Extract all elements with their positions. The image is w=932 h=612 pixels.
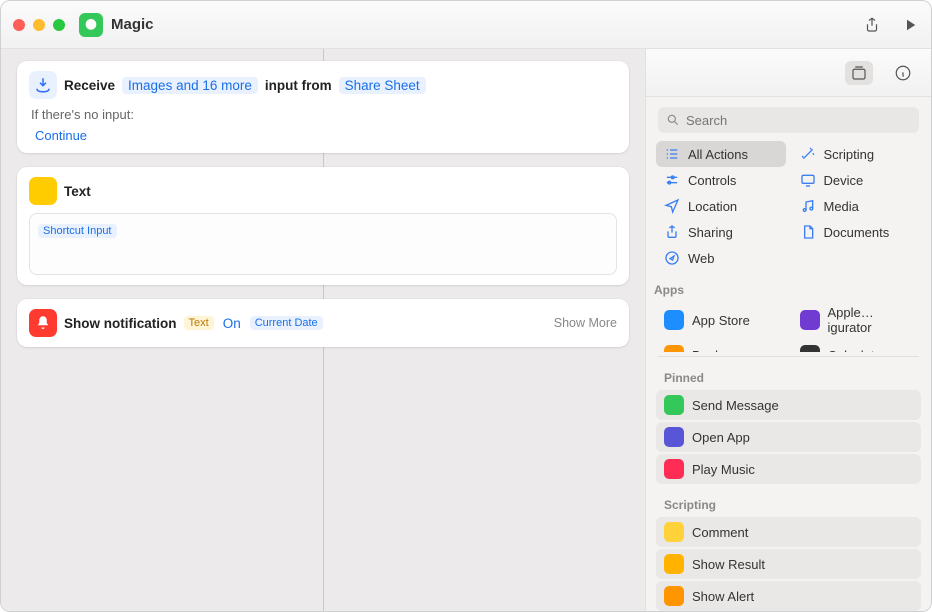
workflow-editor[interactable]: Receive Images and 16 more input from Sh… — [1, 49, 645, 611]
list-icon — [664, 146, 680, 162]
sliders-icon — [664, 172, 680, 188]
text-label: Text — [64, 184, 91, 199]
search-icon — [666, 113, 680, 127]
category-media[interactable]: Media — [792, 193, 922, 219]
receive-label: Receive — [64, 78, 115, 93]
nav-icon — [664, 198, 680, 214]
pinned-open-app[interactable]: Open App — [656, 422, 921, 452]
play-icon[interactable] — [901, 16, 919, 34]
library-button[interactable] — [845, 61, 873, 85]
receive-icon — [29, 71, 57, 99]
share-icon[interactable] — [863, 16, 881, 34]
doc-icon — [800, 224, 816, 240]
share-icon — [664, 224, 680, 240]
apps-list: App StoreApple…igurator Books Calculator — [646, 300, 931, 352]
minimize-button[interactable] — [33, 19, 45, 31]
action-icon — [664, 554, 684, 574]
action-show-notification[interactable]: Show notification Text On Current Date S… — [17, 299, 629, 347]
category-all-actions[interactable]: All Actions — [656, 141, 786, 167]
category-documents[interactable]: Documents — [792, 219, 922, 245]
scripting-comment[interactable]: Comment — [656, 517, 921, 547]
action-icon — [664, 427, 684, 447]
pinned-list: Send MessageOpen AppPlay Music — [656, 390, 921, 484]
continue-option[interactable]: Continue — [29, 126, 93, 145]
search-input[interactable] — [686, 113, 911, 128]
divider — [658, 356, 919, 357]
scripting-list: CommentShow ResultShow AlertAsk for Inpu… — [656, 517, 921, 611]
zoom-button[interactable] — [53, 19, 65, 31]
action-icon — [664, 459, 684, 479]
compass-icon — [664, 250, 680, 266]
action-receive[interactable]: Receive Images and 16 more input from Sh… — [17, 61, 629, 153]
pinned-send-message[interactable]: Send Message — [656, 390, 921, 420]
monitor-icon — [800, 172, 816, 188]
text-icon — [29, 177, 57, 205]
search-field[interactable] — [658, 107, 919, 133]
action-library: All ActionsScriptingControlsDeviceLocati… — [645, 49, 931, 611]
scripting-header: Scripting — [656, 492, 921, 515]
app-icon — [800, 345, 820, 352]
receive-source-token[interactable]: Share Sheet — [339, 77, 426, 94]
app-icon — [664, 345, 684, 352]
wand-icon — [800, 146, 816, 162]
category-grid: All ActionsScriptingControlsDeviceLocati… — [646, 141, 931, 277]
shortcut-input-token[interactable]: Shortcut Input — [38, 224, 117, 238]
bell-icon — [29, 309, 57, 337]
app-books[interactable]: Books — [656, 340, 786, 352]
app-app-store[interactable]: App Store — [656, 300, 786, 340]
category-scripting[interactable]: Scripting — [792, 141, 922, 167]
text-body[interactable]: Shortcut Input — [29, 213, 617, 275]
category-device[interactable]: Device — [792, 167, 922, 193]
notify-label: Show notification — [64, 316, 177, 331]
scripting-show-result[interactable]: Show Result — [656, 549, 921, 579]
receive-middle: input from — [265, 78, 332, 93]
action-text[interactable]: Text Shortcut Input — [17, 167, 629, 285]
apps-header: Apps — [646, 277, 931, 300]
receive-types-token[interactable]: Images and 16 more — [122, 77, 258, 94]
notify-on[interactable]: On — [221, 316, 243, 331]
category-controls[interactable]: Controls — [656, 167, 786, 193]
info-button[interactable] — [889, 61, 917, 85]
scripting-show-alert[interactable]: Show Alert — [656, 581, 921, 611]
shortcut-app-icon — [79, 13, 103, 37]
sidebar-toolbar — [646, 49, 931, 97]
action-icon — [664, 522, 684, 542]
app-icon — [800, 310, 820, 330]
note-icon — [800, 198, 816, 214]
notify-text-token[interactable]: Text — [184, 316, 214, 330]
close-button[interactable] — [13, 19, 25, 31]
notify-date-token[interactable]: Current Date — [250, 316, 323, 330]
action-icon — [664, 586, 684, 606]
category-web[interactable]: Web — [656, 245, 786, 271]
window-controls — [13, 19, 65, 31]
titlebar: Magic — [1, 1, 931, 49]
app-apple-igurator[interactable]: Apple…igurator — [792, 300, 922, 340]
pinned-header: Pinned — [656, 365, 921, 388]
show-more-button[interactable]: Show More — [554, 316, 617, 330]
category-location[interactable]: Location — [656, 193, 786, 219]
app-icon — [664, 310, 684, 330]
window-title: Magic — [111, 16, 154, 33]
app-calculator[interactable]: Calculator — [792, 340, 922, 352]
category-sharing[interactable]: Sharing — [656, 219, 786, 245]
pinned-play-music[interactable]: Play Music — [656, 454, 921, 484]
no-input-label: If there's no input: — [31, 107, 617, 122]
action-icon — [664, 395, 684, 415]
